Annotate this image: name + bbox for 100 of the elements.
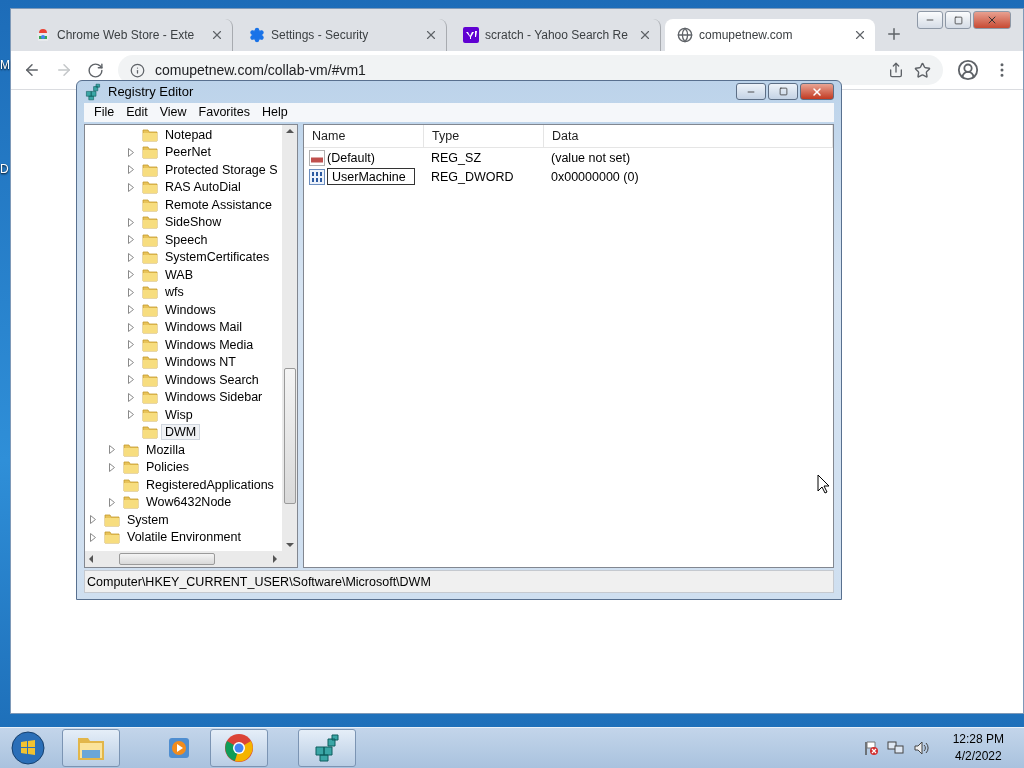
tree-item[interactable]: wfs — [161, 284, 188, 301]
close-icon — [811, 85, 823, 98]
maximize-icon — [953, 15, 963, 25]
reload-icon[interactable] — [87, 61, 104, 79]
expand-icon[interactable] — [128, 182, 134, 192]
expand-icon[interactable] — [128, 357, 134, 367]
taskbar-app-button[interactable] — [210, 729, 268, 767]
column-header[interactable]: Data — [544, 125, 833, 147]
menu-item[interactable]: Favorites — [192, 105, 256, 120]
tree-item[interactable]: Windows — [161, 301, 220, 318]
profile-icon[interactable] — [957, 59, 979, 81]
browser-tab[interactable]: Settings - Security — [237, 19, 447, 51]
share-icon[interactable] — [888, 62, 904, 78]
horizontal-scrollbar[interactable] — [85, 551, 297, 567]
taskbar-app-button[interactable] — [62, 729, 120, 767]
expand-icon[interactable] — [128, 287, 134, 297]
browser-tab[interactable]: comupetnew.com — [665, 19, 875, 51]
tree-item[interactable]: Windows NT — [161, 354, 240, 371]
expand-icon[interactable] — [128, 270, 134, 280]
back-icon[interactable] — [23, 61, 41, 79]
expand-icon[interactable] — [90, 515, 96, 525]
tree-item[interactable]: Windows Search — [161, 371, 263, 388]
expand-icon[interactable] — [109, 445, 115, 455]
expand-icon[interactable] — [109, 497, 115, 507]
expand-icon[interactable] — [128, 235, 134, 245]
tree-item[interactable]: Mozilla — [142, 441, 189, 458]
tree-item[interactable]: PeerNet — [161, 144, 215, 161]
close-button[interactable] — [800, 83, 834, 101]
minimize-button[interactable] — [917, 11, 943, 29]
minimize-button[interactable] — [736, 83, 766, 101]
clock-time[interactable]: 12:28 PM — [952, 731, 1004, 748]
expand-icon[interactable] — [128, 165, 134, 175]
close-tab-icon[interactable] — [210, 28, 224, 42]
tab-title: Chrome Web Store - Exte — [57, 28, 196, 42]
browser-tab[interactable]: scratch - Yahoo Search Re — [451, 19, 661, 51]
expand-icon[interactable] — [90, 532, 96, 542]
tree-item[interactable]: Windows Sidebar — [161, 389, 267, 406]
value-type: REG_SZ — [430, 150, 482, 165]
tree-item[interactable]: Windows Media — [161, 336, 258, 353]
tab-title: scratch - Yahoo Search Re — [485, 28, 629, 42]
star-icon[interactable] — [914, 61, 931, 79]
tree-item[interactable]: SideShow — [161, 214, 226, 231]
tree-item[interactable]: DWM — [161, 424, 201, 441]
folder-icon — [142, 336, 158, 353]
folder-icon — [142, 354, 158, 371]
close-tab-icon[interactable] — [638, 28, 652, 42]
maximize-button[interactable] — [945, 11, 971, 29]
column-header[interactable]: Type — [424, 125, 544, 147]
tree-item[interactable]: System — [123, 511, 173, 528]
value-data: 0x00000000 (0) — [550, 169, 640, 184]
string-value-icon — [309, 149, 325, 166]
tree-item[interactable]: SystemCertificates — [161, 249, 274, 266]
tree-item[interactable]: RegisteredApplications — [142, 476, 278, 493]
close-button[interactable] — [973, 11, 1011, 29]
tree-item[interactable]: Windows Mail — [161, 319, 247, 336]
menu-item[interactable]: View — [153, 105, 193, 120]
folder-icon — [142, 249, 158, 266]
expand-icon[interactable] — [128, 340, 134, 350]
expand-icon[interactable] — [128, 322, 134, 332]
tree-item[interactable]: RAS AutoDial — [161, 179, 245, 196]
new-tab-icon[interactable] — [885, 25, 903, 43]
tree-item[interactable]: Volatile Environment — [123, 529, 245, 546]
menu-item[interactable]: Help — [256, 105, 294, 120]
network-icon[interactable] — [886, 740, 905, 756]
menu-item[interactable]: Edit — [120, 105, 154, 120]
registry-cubes-icon — [312, 733, 342, 763]
tree-item[interactable]: Speech — [161, 231, 212, 248]
binary-value-icon — [309, 168, 325, 185]
folder-icon — [104, 529, 120, 546]
vertical-scrollbar[interactable] — [282, 125, 297, 551]
tree-item[interactable]: Protected Storage S — [161, 161, 282, 178]
expand-icon[interactable] — [128, 375, 134, 385]
tree-item[interactable]: Wow6432Node — [142, 494, 236, 511]
close-tab-icon[interactable] — [853, 28, 867, 42]
expand-icon[interactable] — [128, 252, 134, 262]
tree-item[interactable]: Notepad — [161, 126, 217, 143]
folder-icon — [142, 284, 158, 301]
column-header[interactable]: Name — [304, 125, 424, 147]
expand-icon[interactable] — [128, 410, 134, 420]
tree-item[interactable]: WAB — [161, 266, 197, 283]
speaker-icon[interactable] — [912, 740, 931, 756]
expand-icon[interactable] — [128, 147, 134, 157]
flag-icon[interactable] — [862, 740, 879, 756]
clock-date[interactable]: 4/2/2022 — [954, 748, 1002, 765]
expand-icon[interactable] — [128, 217, 134, 227]
expand-icon[interactable] — [109, 462, 115, 472]
browser-tab[interactable]: Chrome Web Store - Exte — [23, 19, 233, 51]
menu-item[interactable]: File — [88, 105, 121, 120]
settings-icon — [249, 27, 265, 43]
taskbar-app-button[interactable] — [298, 729, 356, 767]
maximize-button[interactable] — [768, 83, 798, 101]
rename-field[interactable]: UserMachine — [327, 168, 415, 185]
tree-item[interactable]: Policies — [142, 459, 194, 476]
close-tab-icon[interactable] — [424, 28, 438, 42]
tree-item[interactable]: Wisp — [161, 406, 197, 423]
media-player-icon — [166, 735, 192, 761]
expand-icon[interactable] — [128, 392, 134, 402]
folder-icon — [142, 266, 158, 283]
tree-item[interactable]: Remote Assistance — [161, 196, 276, 213]
expand-icon[interactable] — [128, 305, 134, 315]
